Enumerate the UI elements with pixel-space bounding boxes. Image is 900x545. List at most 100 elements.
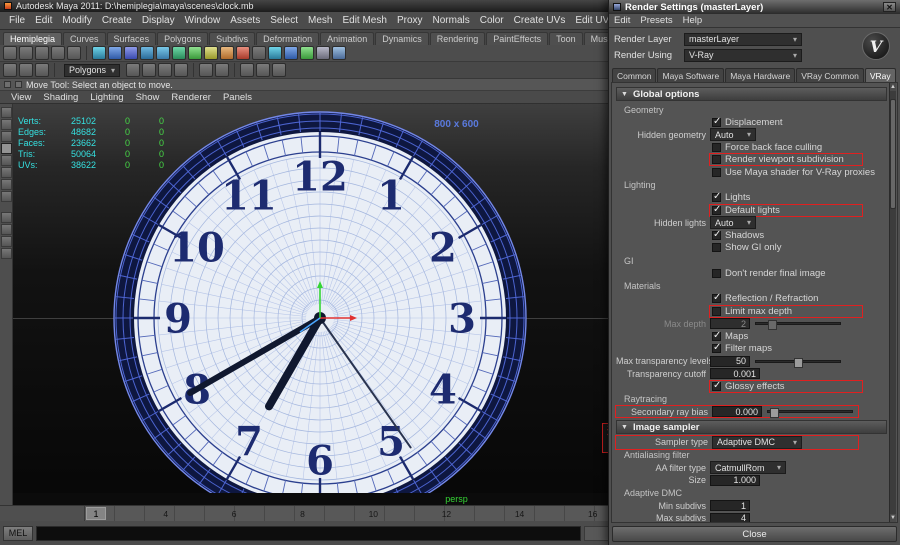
- shelf-icon[interactable]: [51, 46, 65, 60]
- shelf-tab[interactable]: Polygons: [157, 32, 209, 45]
- menu-item[interactable]: File: [4, 15, 30, 26]
- snap-curve-icon[interactable]: [142, 63, 157, 77]
- shelf-tab[interactable]: Hemiplegia: [3, 32, 63, 45]
- panel-menu-item[interactable]: Panels: [217, 92, 258, 103]
- render-settings-menu-item[interactable]: Edit: [614, 15, 630, 26]
- render-settings-title-bar[interactable]: Render Settings (masterLayer) ✕: [609, 0, 900, 14]
- render-settings-tab[interactable]: Common: [612, 68, 657, 82]
- persp-outliner-layout-icon[interactable]: [0, 236, 12, 247]
- scrollbar[interactable]: ▲ ▼: [889, 83, 896, 522]
- lasso-select-tool-icon[interactable]: [0, 119, 12, 130]
- shadows-checkbox[interactable]: [712, 230, 721, 240]
- glossy-effects-checkbox[interactable]: [712, 381, 721, 391]
- status-icon[interactable]: [19, 63, 33, 77]
- render-settings-menu-item[interactable]: Presets: [640, 15, 672, 26]
- shelf-icon[interactable]: [268, 46, 282, 60]
- shelf-icon[interactable]: [172, 46, 186, 60]
- menu-item[interactable]: Mesh: [303, 15, 337, 26]
- scrollbar-thumb[interactable]: [890, 99, 896, 209]
- menu-item[interactable]: Create UVs: [509, 15, 571, 26]
- shelf-icon[interactable]: [124, 46, 138, 60]
- menu-item[interactable]: Edit Mesh: [337, 15, 391, 26]
- panel-menu-item[interactable]: Show: [130, 92, 166, 103]
- select-tool-icon[interactable]: [0, 107, 12, 118]
- menu-item[interactable]: Display: [137, 15, 180, 26]
- lights-checkbox[interactable]: [712, 192, 721, 203]
- status-icon[interactable]: [35, 63, 49, 77]
- shelf-tab[interactable]: Rendering: [429, 32, 486, 45]
- sidebar-toggle-icon[interactable]: [15, 81, 22, 88]
- command-input[interactable]: [36, 525, 581, 541]
- four-pane-layout-icon[interactable]: [0, 224, 12, 235]
- secondary-ray-bias-field[interactable]: 0.000: [712, 406, 762, 418]
- close-window-icon[interactable]: ✕: [883, 2, 896, 12]
- timeline-tick-label[interactable]: 8: [300, 509, 305, 519]
- menu-item[interactable]: Proxy: [392, 15, 428, 26]
- max-transparency-slider[interactable]: [755, 357, 841, 368]
- shelf-tab[interactable]: Deformation: [256, 32, 320, 45]
- transparency-cutoff-field[interactable]: 0.001: [710, 368, 760, 380]
- move-tool-icon[interactable]: [0, 143, 12, 154]
- panel-menu-item[interactable]: Lighting: [84, 92, 129, 103]
- hidden-geometry-dropdown[interactable]: Auto: [710, 128, 756, 142]
- menu-item[interactable]: Assets: [225, 15, 265, 26]
- hypershade-layout-icon[interactable]: [0, 248, 12, 259]
- snap-grid-icon[interactable]: [126, 63, 141, 77]
- snap-plane-icon[interactable]: [174, 63, 189, 77]
- paint-select-tool-icon[interactable]: [0, 131, 12, 142]
- timeline-tick-label[interactable]: 14: [515, 509, 524, 519]
- shelf-icon[interactable]: [35, 46, 49, 60]
- secondary-ray-bias-slider[interactable]: [767, 408, 853, 419]
- scroll-up-icon[interactable]: ▲: [890, 83, 896, 91]
- render-settings-icon[interactable]: [272, 63, 287, 77]
- timeline-tick-label[interactable]: 4: [163, 509, 168, 519]
- shelf-tab[interactable]: Dynamics: [375, 32, 429, 45]
- menu-item[interactable]: Edit: [30, 15, 57, 26]
- min-subdivs-field[interactable]: 1: [710, 500, 750, 512]
- render-settings-tab[interactable]: VRay Common: [796, 68, 864, 82]
- menu-item[interactable]: Select: [265, 15, 303, 26]
- shelf-icon[interactable]: [92, 46, 106, 60]
- force-back-face-checkbox[interactable]: [712, 142, 721, 152]
- ipr-render-icon[interactable]: [256, 63, 271, 77]
- displacement-checkbox[interactable]: [712, 117, 721, 127]
- shelf-icon[interactable]: [204, 46, 218, 60]
- universal-manipulator-icon[interactable]: [0, 179, 12, 190]
- dont-render-final-checkbox[interactable]: [712, 268, 721, 278]
- menu-item[interactable]: Modify: [57, 15, 96, 26]
- section-global-options[interactable]: ▼ Global options: [616, 87, 887, 101]
- menu-item[interactable]: Create: [97, 15, 137, 26]
- menu-item[interactable]: Color: [475, 15, 509, 26]
- shelf-icon[interactable]: [67, 46, 81, 60]
- timeline-tick-label[interactable]: 6: [232, 509, 237, 519]
- render-viewport-subdivision-checkbox[interactable]: [712, 155, 721, 165]
- filter-maps-checkbox[interactable]: [712, 343, 721, 354]
- shelf-icon[interactable]: [156, 46, 170, 60]
- construction-icon[interactable]: [215, 63, 230, 77]
- close-button[interactable]: Close: [612, 526, 897, 542]
- soft-mod-tool-icon[interactable]: [0, 191, 12, 202]
- panel-menu-item[interactable]: View: [5, 92, 37, 103]
- section-image-sampler[interactable]: ▼ Image sampler: [616, 420, 887, 434]
- aa-filter-type-dropdown[interactable]: CatmullRom: [710, 461, 786, 475]
- timeline-tick-label[interactable]: 16: [588, 509, 597, 519]
- shelf-icon[interactable]: [300, 46, 314, 60]
- snap-point-icon[interactable]: [158, 63, 173, 77]
- render-settings-tab[interactable]: Maya Hardware: [725, 68, 796, 82]
- current-frame-marker[interactable]: 1: [86, 507, 106, 520]
- render-settings-menu-item[interactable]: Help: [683, 15, 703, 26]
- panel-menu-item[interactable]: Shading: [37, 92, 84, 103]
- shelf-tab[interactable]: Surfaces: [106, 32, 157, 45]
- max-depth-field[interactable]: 2: [710, 318, 750, 330]
- size-field[interactable]: 1.000: [710, 474, 760, 486]
- shelf-icon[interactable]: [332, 46, 346, 60]
- use-maya-shader-checkbox[interactable]: [712, 167, 721, 177]
- render-current-frame-icon[interactable]: [240, 63, 255, 77]
- hidden-lights-dropdown[interactable]: Auto: [710, 216, 756, 230]
- timeline-tick-label[interactable]: 12: [442, 509, 451, 519]
- max-depth-slider[interactable]: [755, 320, 841, 331]
- shelf-icon[interactable]: [220, 46, 234, 60]
- shelf-icon[interactable]: [284, 46, 298, 60]
- history-icon[interactable]: [199, 63, 214, 77]
- shelf-tab[interactable]: Subdivs: [209, 32, 256, 45]
